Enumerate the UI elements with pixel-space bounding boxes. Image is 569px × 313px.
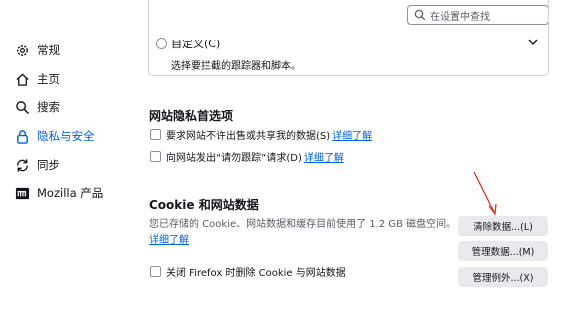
sidebar-item-label: 搜索 <box>37 100 60 114</box>
gpc-learn-more-link[interactable]: 详细了解 <box>332 127 372 142</box>
gear-icon <box>14 42 30 58</box>
sidebar-item-label: 主页 <box>37 72 60 86</box>
dnt-learn-more-link[interactable]: 详细了解 <box>304 149 344 164</box>
annotation-arrow-icon <box>473 171 497 216</box>
custom-radio[interactable] <box>156 37 167 49</box>
chevron-down-icon[interactable] <box>528 38 538 46</box>
sidebar-item-privacy[interactable]: 隐私与安全 <box>0 122 131 150</box>
cookies-heading: Cookie 和网站数据 <box>149 198 259 212</box>
gpc-option: 要求网站不许出售或共享我的数据(S) 详细了解 <box>150 127 372 142</box>
sidebar-item-home[interactable]: 主页 <box>0 65 131 93</box>
search-icon <box>14 99 30 115</box>
cookies-learn-more-link[interactable]: 详细了解 <box>149 231 189 246</box>
dnt-checkbox[interactable] <box>150 151 161 162</box>
sidebar-item-general[interactable]: 常规 <box>0 36 131 64</box>
sidebar-item-search[interactable]: 搜索 <box>0 93 131 121</box>
sidebar-item-label: Mozilla 产品 <box>37 186 104 200</box>
delete-on-close-label: 关闭 Firefox 时删除 Cookie 与网站数据 <box>166 268 346 279</box>
gpc-checkbox[interactable] <box>150 129 161 140</box>
sidebar-item-mozilla-products[interactable]: Mozilla 产品 <box>0 179 131 207</box>
sidebar-item-label: 隐私与安全 <box>37 129 95 143</box>
sidebar-item-label: 同步 <box>37 158 60 172</box>
dnt-label: 向网站发出“请勿跟踪”请求(D) <box>166 153 302 164</box>
cookies-usage-text: 您已存储的 Cookie、网站数据和缓存目前使用了 1.2 GB 磁盘空间。 <box>149 219 457 230</box>
sidebar-item-label: 常规 <box>37 43 60 57</box>
mozilla-logo-icon <box>14 185 30 201</box>
custom-radio-label: 自定义(C) <box>171 37 221 50</box>
sidebar-item-sync[interactable]: 同步 <box>0 151 131 179</box>
delete-on-close-option: 关闭 Firefox 时删除 Cookie 与网站数据 <box>150 264 346 279</box>
gpc-label: 要求网站不许出售或共享我的数据(S) <box>166 131 331 142</box>
home-icon <box>14 71 30 87</box>
manage-exceptions-button[interactable]: 管理例外...(X) <box>458 267 548 287</box>
manage-data-button[interactable]: 管理数据...(M) <box>458 241 548 261</box>
privacy-prefs-heading: 网站隐私首选项 <box>149 109 234 123</box>
custom-description: 选择要拦截的跟踪器和脚本。 <box>171 61 301 72</box>
delete-on-close-checkbox[interactable] <box>150 266 161 277</box>
tracking-custom-option[interactable]: 自定义(C) <box>156 35 220 51</box>
dnt-option: 向网站发出“请勿跟踪”请求(D) 详细了解 <box>150 149 344 164</box>
sync-icon <box>14 157 30 173</box>
clear-data-button[interactable]: 清除数据...(L) <box>458 216 548 236</box>
lock-icon <box>14 128 30 144</box>
